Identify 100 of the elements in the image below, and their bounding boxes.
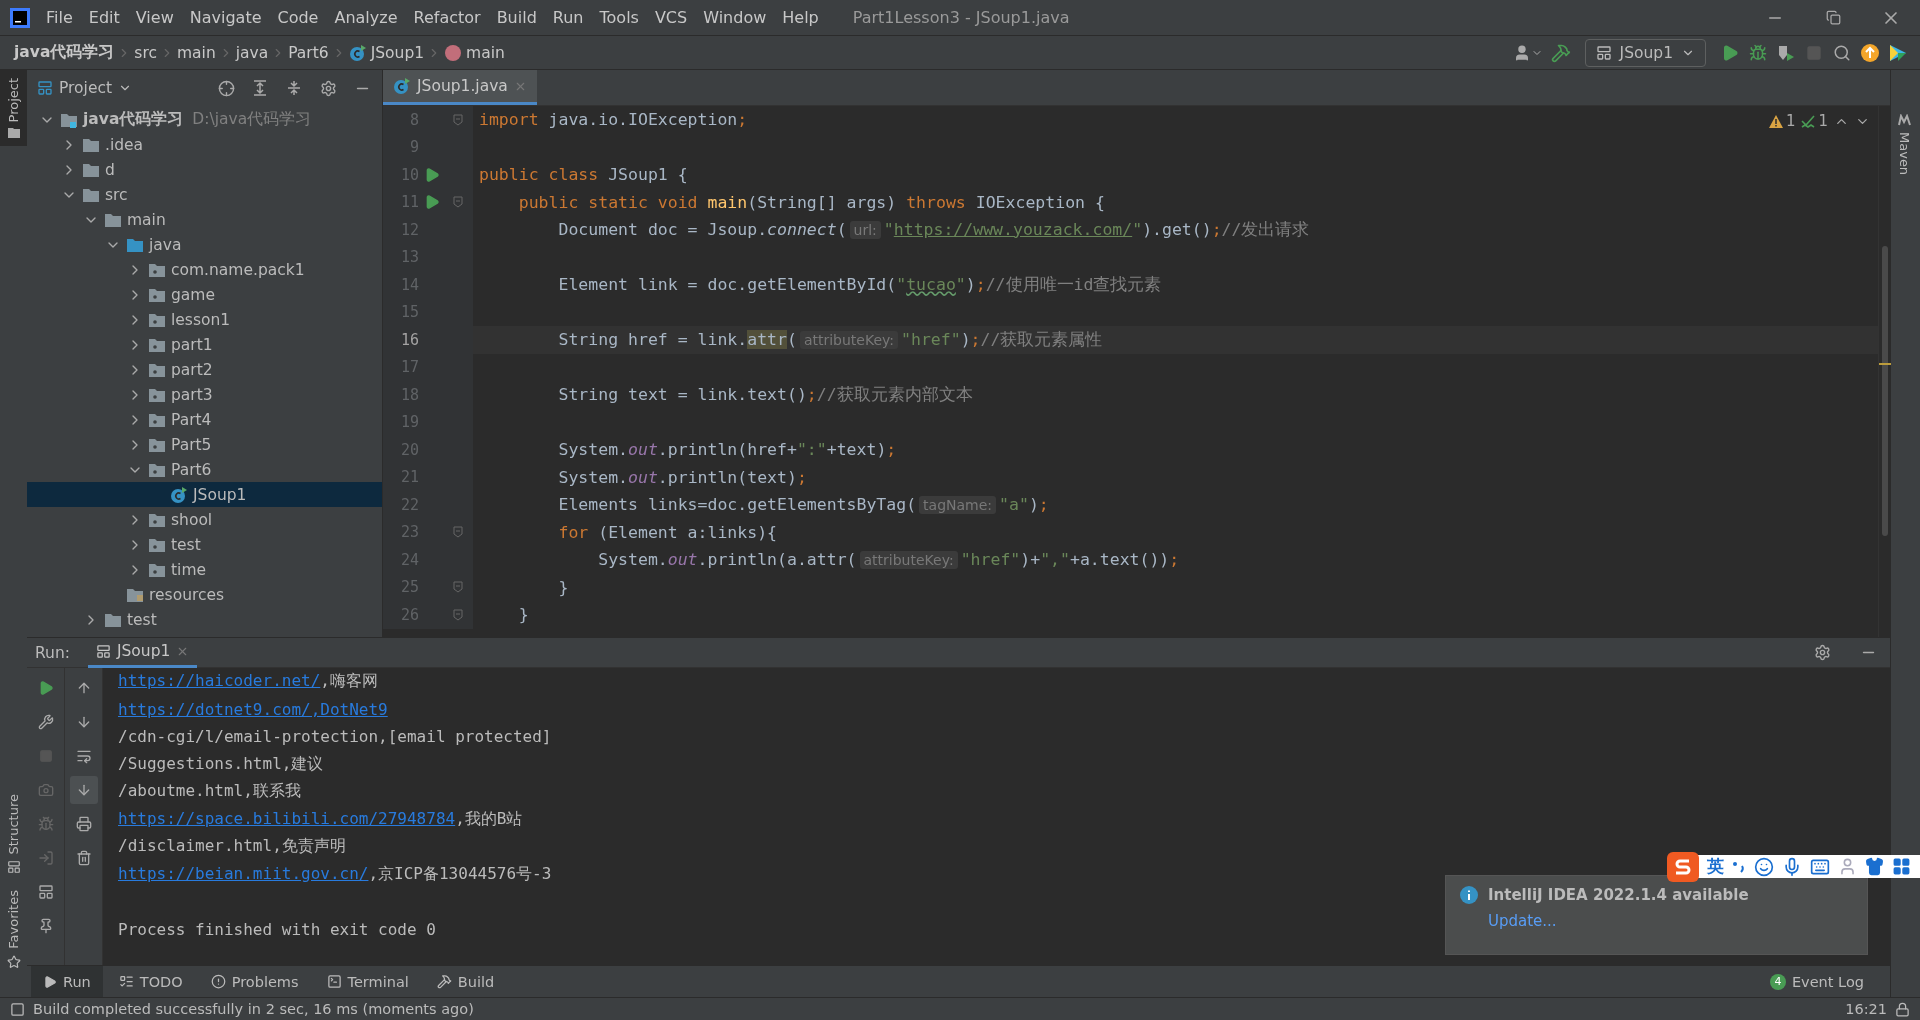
side-tab[interactable]: Structure: [0, 785, 27, 883]
tree-row[interactable]: part2: [27, 357, 382, 382]
smiley-icon[interactable]: [1754, 856, 1774, 877]
side-tab[interactable]: Maven: [1891, 106, 1918, 184]
output-link[interactable]: https://dotnet9.com/,DotNet9: [118, 699, 388, 719]
expand-all-icon[interactable]: [252, 80, 268, 96]
tool-window-tab[interactable]: Run: [31, 965, 103, 998]
menu-item[interactable]: File: [38, 8, 81, 27]
tree-row[interactable]: time: [27, 557, 382, 582]
menu-item[interactable]: Build: [488, 8, 545, 27]
triangle-logo-icon[interactable]: [1888, 42, 1908, 63]
collapse-all-icon[interactable]: [286, 80, 302, 96]
ime-logo-icon[interactable]: [1667, 851, 1699, 882]
wrench-icon[interactable]: [37, 714, 54, 730]
menu-item[interactable]: Run: [544, 8, 592, 27]
menu-item[interactable]: Code: [269, 8, 327, 27]
tree-row[interactable]: resources: [27, 582, 382, 607]
menu-item[interactable]: VCS: [646, 8, 696, 27]
print-icon[interactable]: [75, 816, 92, 832]
microphone-icon[interactable]: [1782, 856, 1802, 877]
tree-row[interactable]: shool: [27, 507, 382, 532]
menu-item[interactable]: Window: [695, 8, 775, 27]
menu-item[interactable]: Analyze: [326, 8, 406, 27]
breadcrumb[interactable]: JSoup1: [348, 43, 425, 62]
code-line: Element link = doc.getElementById("tucao");//使用唯一id查找元素: [557, 273, 1162, 296]
tool-window-tab[interactable]: Build: [424, 965, 507, 998]
lock-icon[interactable]: [1895, 1001, 1910, 1017]
search-icon[interactable]: [1833, 43, 1851, 62]
code-line: String text = link.text();//获取元素内部文本: [557, 383, 973, 406]
breadcrumb[interactable]: Part6: [288, 43, 329, 62]
ime-mode[interactable]: 英: [1707, 855, 1724, 878]
output-link[interactable]: https://space.bilibili.com/27948784: [118, 808, 456, 828]
tree-row[interactable]: java: [27, 232, 382, 257]
tree-label: test: [127, 610, 157, 629]
restore-icon[interactable]: [1825, 10, 1841, 25]
tree-row[interactable]: Part5: [27, 432, 382, 457]
breadcrumb[interactable]: java代码学习: [14, 42, 115, 63]
layout-icon[interactable]: [37, 884, 54, 900]
breadcrumb[interactable]: java: [235, 43, 269, 62]
scrollbar-thumb[interactable]: [1882, 246, 1888, 536]
menu-item[interactable]: Refactor: [405, 8, 489, 27]
warning-count: 1: [1768, 112, 1796, 130]
package-icon: [148, 261, 166, 278]
output-line: https://beian.miit.gov.cn/,京ICP备13044576号-3: [118, 863, 552, 885]
tree-row[interactable]: test: [27, 532, 382, 557]
menu-item[interactable]: Help: [774, 8, 827, 27]
tree-label: time: [171, 560, 207, 579]
menu-item[interactable]: Edit: [80, 8, 128, 27]
hammer-icon[interactable]: [1550, 42, 1571, 63]
scroll-to-end-button[interactable]: [69, 776, 98, 804]
run-icon[interactable]: [1721, 43, 1739, 62]
package-icon: [148, 411, 166, 428]
folder-icon: [104, 611, 122, 628]
tree-row[interactable]: src: [27, 182, 382, 207]
trash-icon[interactable]: [75, 850, 92, 866]
tree-row[interactable]: .idea: [27, 132, 382, 157]
event-log-button[interactable]: 4 Event Log: [1763, 972, 1870, 991]
tree-row[interactable]: part1: [27, 332, 382, 357]
window-icon: [1595, 44, 1612, 61]
debug-icon[interactable]: [1749, 43, 1767, 62]
tree-row[interactable]: com.name.pack1: [27, 257, 382, 282]
toggle-panels-icon[interactable]: [10, 1001, 25, 1017]
run-config-dropdown[interactable]: JSoup1: [1584, 38, 1706, 67]
breadcrumb[interactable]: main: [177, 43, 216, 62]
output-link[interactable]: https://beian.miit.gov.cn/: [118, 863, 369, 883]
tree-row[interactable]: JSoup1: [27, 482, 382, 507]
tree-row[interactable]: Part4: [27, 407, 382, 432]
update-icon[interactable]: [1860, 42, 1880, 63]
editor-tab[interactable]: JSoup1.java: [383, 70, 537, 105]
tree-row[interactable]: java代码学习 D:\java代码学习: [27, 107, 382, 132]
side-tab[interactable]: Project: [0, 70, 27, 147]
run-icon[interactable]: [424, 194, 440, 211]
breadcrumb[interactable]: main: [444, 43, 505, 62]
menu-item[interactable]: View: [127, 8, 182, 27]
settings-icon[interactable]: [1813, 644, 1831, 661]
tree-row[interactable]: part3: [27, 382, 382, 407]
output-line: Process finished with exit code 0: [118, 919, 436, 939]
tree-row[interactable]: Part6: [27, 457, 382, 482]
breadcrumb[interactable]: src: [134, 43, 157, 62]
tool-window-tab[interactable]: Terminal: [314, 965, 421, 998]
tree-row[interactable]: game: [27, 282, 382, 307]
wrap-icon[interactable]: [75, 748, 92, 764]
update-link[interactable]: Update...: [1488, 912, 1853, 930]
tree-row[interactable]: d: [27, 157, 382, 182]
tree-row[interactable]: lesson1: [27, 307, 382, 332]
tree-row[interactable]: test: [27, 607, 382, 632]
tree-row[interactable]: main: [27, 207, 382, 232]
locate-icon[interactable]: [217, 79, 235, 97]
menu-item[interactable]: Navigate: [181, 8, 270, 27]
grid-icon[interactable]: [1892, 857, 1911, 876]
side-tab[interactable]: Favorites: [0, 882, 27, 977]
settings-icon[interactable]: [319, 79, 337, 97]
project-view-dropdown[interactable]: Project: [33, 79, 137, 97]
tool-window-tab[interactable]: Problems: [198, 965, 311, 998]
tool-window-tab[interactable]: TODO: [106, 965, 195, 998]
output-link[interactable]: https://haicoder.net/: [118, 671, 321, 691]
shirt-icon[interactable]: [1865, 857, 1884, 876]
window-icon: [95, 643, 111, 659]
menu-item[interactable]: Tools: [591, 8, 647, 27]
run-icon[interactable]: [424, 166, 440, 183]
